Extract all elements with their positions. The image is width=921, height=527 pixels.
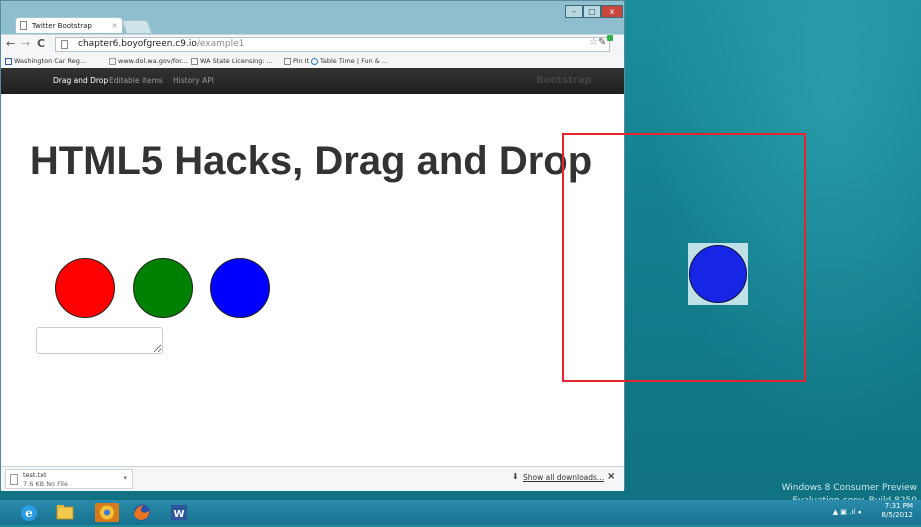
bookmark-star-icon[interactable]: ☆ [589,37,598,48]
page-icon [20,21,27,30]
nav-history-api[interactable]: History API [173,68,214,94]
downloads-bar: test.txt 7.6 KB No File ▾ ⬇ Show all dow… [1,466,624,491]
tab-close-icon[interactable]: × [111,18,118,34]
close-downloads-bar-icon[interactable]: × [607,471,615,482]
file-icon [10,474,18,485]
tab-twitter-bootstrap[interactable]: Twitter Bootstrap × [15,17,123,33]
bookmark-item[interactable]: Washington Car Reg... [5,54,86,68]
browser-window: Twitter Bootstrap × – □ x ← → C chapter6… [0,0,625,491]
desktop-watermark-line1: Windows 8 Consumer Preview [781,483,917,493]
browser-toolbar: ← → C chapter6.boyofgreen.c9.io/example1… [1,34,624,55]
download-meta: 7.6 KB No File [23,480,68,488]
show-all-downloads-link[interactable]: Show all downloads... [523,473,604,482]
page-title: HTML5 Hacks, Drag and Drop [29,139,593,183]
red-circle[interactable] [55,258,115,318]
drop-textarea[interactable] [36,327,163,354]
clock-date: 8/5/2012 [881,511,913,519]
forward-icon[interactable]: → [21,37,30,50]
url-path: /example1 [196,39,245,49]
drag-highlight-rectangle [562,133,806,382]
bookmark-item[interactable]: Table Time | Fun & ... [311,54,388,68]
download-menu-icon[interactable]: ▾ [123,474,127,482]
back-icon[interactable]: ← [6,37,15,50]
reload-icon[interactable]: C [37,37,45,50]
wrench-icon[interactable]: ✎ [598,37,606,48]
maximize-button[interactable]: □ [583,5,601,18]
green-circle[interactable] [133,258,193,318]
taskbar: e W ▲ ▣ .ıl ◂ 7:31 PM 8/5/2012 [0,500,921,525]
url-host: chapter6.boyofgreen.c9.io [78,39,197,49]
system-tray-icons[interactable]: ▲ ▣ .ıl ◂ [833,508,861,516]
internet-explorer-icon[interactable]: e [14,502,44,523]
bookmark-item[interactable]: Pin It [284,54,309,68]
bookmark-item[interactable]: WA State Licensing: ... [191,54,273,68]
clock[interactable]: 7:31 PM 8/5/2012 [882,502,913,520]
site-navbar: Drag and Drop Editable items History API… [1,68,624,94]
svg-text:e: e [25,506,33,520]
chrome-icon[interactable] [92,502,122,523]
navbar-brand[interactable]: Bootstrap [536,68,592,94]
nav-drag-and-drop[interactable]: Drag and Drop [53,68,108,94]
word-icon[interactable]: W [164,502,194,523]
download-arrow-icon: ⬇ [512,472,519,481]
download-filename: test.txt [23,471,47,479]
page-content: HTML5 Hacks, Drag and Drop [1,94,624,466]
download-item[interactable]: test.txt 7.6 KB No File ▾ [5,469,133,489]
dragged-blue-circle[interactable] [689,245,747,303]
bookmarks-bar: Washington Car Reg... www.dol.wa.gov/for… [1,54,624,68]
minimize-button[interactable]: – [565,5,583,18]
file-explorer-icon[interactable] [50,502,80,523]
svg-text:W: W [173,509,184,520]
page-icon [61,40,68,49]
new-tab-button[interactable] [121,20,153,34]
clock-time: 7:31 PM [884,502,913,510]
firefox-icon[interactable] [127,502,157,523]
blue-circle[interactable] [210,258,270,318]
nav-editable-items[interactable]: Editable items [109,68,163,94]
address-bar[interactable]: chapter6.boyofgreen.c9.io/example1 [55,37,610,52]
tab-strip: Twitter Bootstrap × – □ x [1,1,624,34]
bookmark-item[interactable]: www.dol.wa.gov/for... [109,54,187,68]
close-window-button[interactable]: x [601,5,623,18]
extension-badge-icon [607,35,613,41]
tab-title: Twitter Bootstrap [32,22,92,30]
